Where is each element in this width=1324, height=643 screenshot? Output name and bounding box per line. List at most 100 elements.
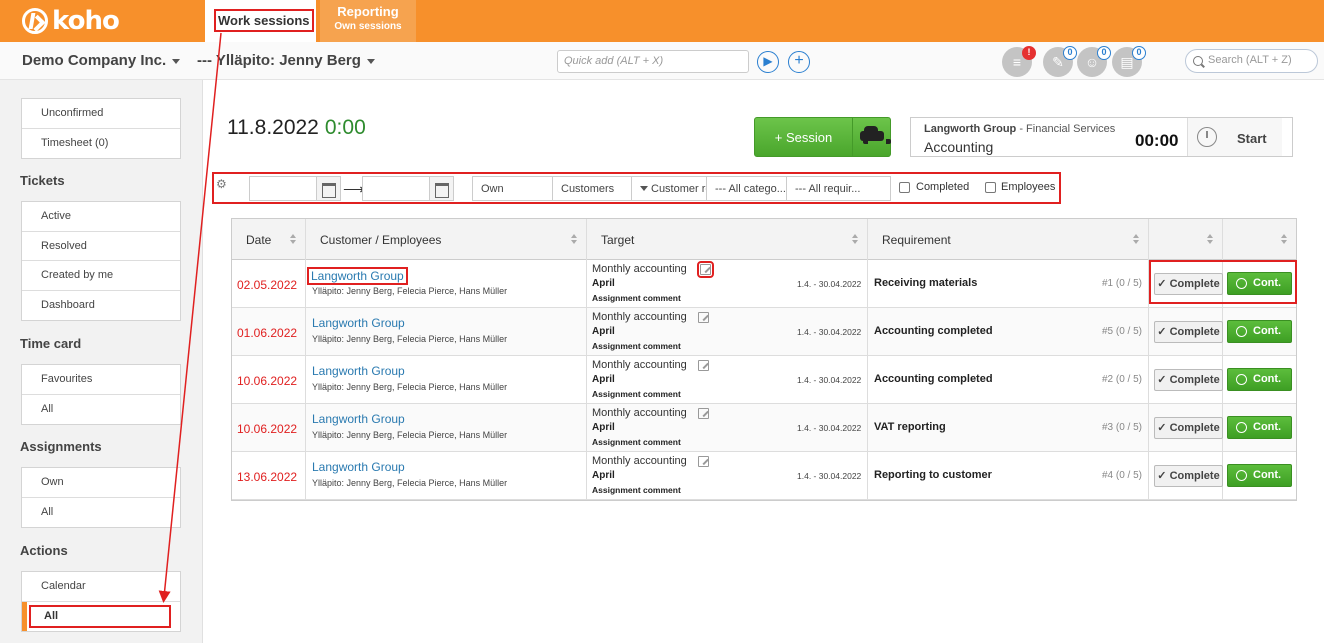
target-range: 1.4. - 30.04.2022 <box>797 471 862 481</box>
edit-icon[interactable] <box>698 456 709 467</box>
timer-customer: Langworth Group - Financial Services <box>924 123 1115 135</box>
customer-link[interactable]: Langworth Group <box>312 364 405 378</box>
completed-checkbox[interactable] <box>899 182 910 193</box>
target-cell: Monthly accounting April Assignment commen… <box>587 452 868 500</box>
tab-work-sessions-label: Work sessions <box>214 9 314 32</box>
table-row[interactable]: 02.05.2022 Langworth Group Ylläpito: Jenny… <box>232 260 1296 308</box>
target-name: Monthly accounting <box>592 263 687 275</box>
date-cell: 10.06.2022 <box>232 404 306 452</box>
company-selector[interactable]: Demo Company Inc. <box>22 52 181 69</box>
assignment-comment: Assignment comment <box>592 389 681 399</box>
filter-customers-select[interactable]: Customers <box>552 176 632 201</box>
session-date: 13.06.2022 <box>237 470 298 484</box>
sidebar-item-resolved[interactable]: Resolved <box>22 232 180 261</box>
filter-requirements-select[interactable]: --- All requir... <box>786 176 891 201</box>
target-range: 1.4. - 30.04.2022 <box>797 375 862 385</box>
koho-logo[interactable]: koho <box>22 6 120 36</box>
sidebar-item-created-by-me[interactable]: Created by me <box>22 261 180 291</box>
sort-icon[interactable] <box>1132 234 1139 244</box>
filter-customer-req-select[interactable]: Customer re <box>631 176 707 201</box>
sidebar-item-assignments-all[interactable]: All <box>22 498 180 528</box>
assignment-comment: Assignment comment <box>592 485 681 495</box>
complete-button[interactable]: ✓ Complete <box>1154 417 1223 439</box>
search-input[interactable]: Search (ALT + Z) <box>1185 49 1318 73</box>
sidebar-item-dashboard[interactable]: Dashboard <box>22 291 180 321</box>
customer-cell: Langworth Group Ylläpito: Jenny Berg, Fel… <box>306 404 587 452</box>
date-from-input[interactable] <box>249 176 341 201</box>
customer-link[interactable]: Langworth Group <box>307 267 408 285</box>
continue-label: Cont. <box>1253 469 1282 481</box>
column-target[interactable]: Target <box>587 219 868 260</box>
table-row[interactable]: 13.06.2022 Langworth Group Ylläpito: Jenny… <box>232 452 1296 500</box>
maintenance-selector[interactable]: --- Ylläpito: Jenny Berg <box>197 52 375 69</box>
customer-cell: Langworth Group Ylläpito: Jenny Berg, Fel… <box>306 452 587 500</box>
date-cell: 01.06.2022 <box>232 308 306 356</box>
continue-button[interactable]: Cont. <box>1227 416 1292 439</box>
sidebar-item-favourites[interactable]: Favourites <box>22 365 180 395</box>
sidebar-item-timecard-all[interactable]: All <box>22 395 180 425</box>
customer-link[interactable]: Langworth Group <box>312 412 405 426</box>
search-icon <box>1193 56 1203 66</box>
customer-link[interactable]: Langworth Group <box>312 460 405 474</box>
sidebar-item-unconfirmed[interactable]: Unconfirmed <box>22 99 180 129</box>
customer-link[interactable]: Langworth Group <box>312 316 405 330</box>
complete-button[interactable]: ✓ Complete <box>1154 465 1223 487</box>
filter-categories-select[interactable]: --- All catego... <box>706 176 787 201</box>
employees-checkbox[interactable] <box>985 182 996 193</box>
add-button[interactable]: + <box>788 51 810 73</box>
edit-icon[interactable] <box>697 261 714 278</box>
requirement-name: Reporting to customer <box>874 469 992 481</box>
target-name: Monthly accounting <box>592 359 687 371</box>
table-row[interactable]: 10.06.2022 Langworth Group Ylläpito: Jenny… <box>232 356 1296 404</box>
complete-cell: ✓ Complete <box>1149 356 1223 404</box>
continue-button[interactable]: Cont. <box>1227 320 1292 343</box>
calendar-icon[interactable] <box>316 177 340 200</box>
column-customer[interactable]: Customer / Employees <box>306 219 587 260</box>
sidebar-item-own[interactable]: Own <box>22 468 180 498</box>
continue-label: Cont. <box>1253 325 1282 337</box>
tab-reporting[interactable]: Reporting Own sessions <box>320 0 416 42</box>
target-cell: Monthly accounting April Assignment commen… <box>587 260 868 308</box>
continue-button[interactable]: Cont. <box>1227 368 1292 391</box>
sidebar-heading-time-card: Time card <box>20 336 82 351</box>
sort-icon[interactable] <box>289 234 296 244</box>
sidebar-item-timesheet[interactable]: Timesheet (0) <box>22 129 180 159</box>
continue-button[interactable]: Cont. <box>1227 464 1292 487</box>
column-complete[interactable] <box>1149 219 1223 260</box>
date-to-input[interactable] <box>362 176 454 201</box>
edit-icon[interactable] <box>698 360 709 371</box>
tab-work-sessions[interactable]: Work sessions <box>205 0 316 42</box>
sort-icon[interactable] <box>851 234 858 244</box>
calendar-icon[interactable] <box>429 177 453 200</box>
column-date[interactable]: Date <box>232 219 306 260</box>
sidebar-item-active[interactable]: Active <box>22 202 180 232</box>
sidebar-item-actions-all[interactable]: All <box>22 601 180 631</box>
table-row[interactable]: 10.06.2022 Langworth Group Ylläpito: Jenny… <box>232 404 1296 452</box>
continue-cell: Cont. <box>1223 356 1296 404</box>
column-continue[interactable] <box>1223 219 1296 260</box>
travel-button[interactable] <box>852 117 891 157</box>
requirement-number: #2 (0 / 5) <box>1101 374 1142 385</box>
target-cell: Monthly accounting April Assignment commen… <box>587 404 868 452</box>
add-session-button[interactable]: + Session <box>754 117 853 157</box>
play-button[interactable]: ▶ <box>757 51 779 73</box>
sort-icon[interactable] <box>570 234 577 244</box>
continue-cell: Cont. <box>1223 308 1296 356</box>
complete-button[interactable]: ✓ Complete <box>1154 321 1223 343</box>
column-requirement-label: Requirement <box>882 233 951 247</box>
timer-start-button[interactable]: Start <box>1187 118 1282 156</box>
edit-icon[interactable] <box>698 408 709 419</box>
complete-button[interactable]: ✓ Complete <box>1154 369 1223 391</box>
edit-icon[interactable] <box>698 312 709 323</box>
gear-icon[interactable]: ⚙ <box>216 177 227 191</box>
target-month: April <box>592 326 615 337</box>
table-row[interactable]: 01.06.2022 Langworth Group Ylläpito: Jenny… <box>232 308 1296 356</box>
target-name: Monthly accounting <box>592 455 687 467</box>
quick-add-input[interactable]: Quick add (ALT + X) <box>557 50 749 73</box>
sort-icon[interactable] <box>1206 234 1213 244</box>
column-requirement[interactable]: Requirement <box>868 219 1149 260</box>
sidebar-item-calendar[interactable]: Calendar <box>22 572 180 602</box>
filter-own-select[interactable]: Own <box>472 176 553 201</box>
sort-icon[interactable] <box>1280 234 1287 244</box>
target-month: April <box>592 422 615 433</box>
